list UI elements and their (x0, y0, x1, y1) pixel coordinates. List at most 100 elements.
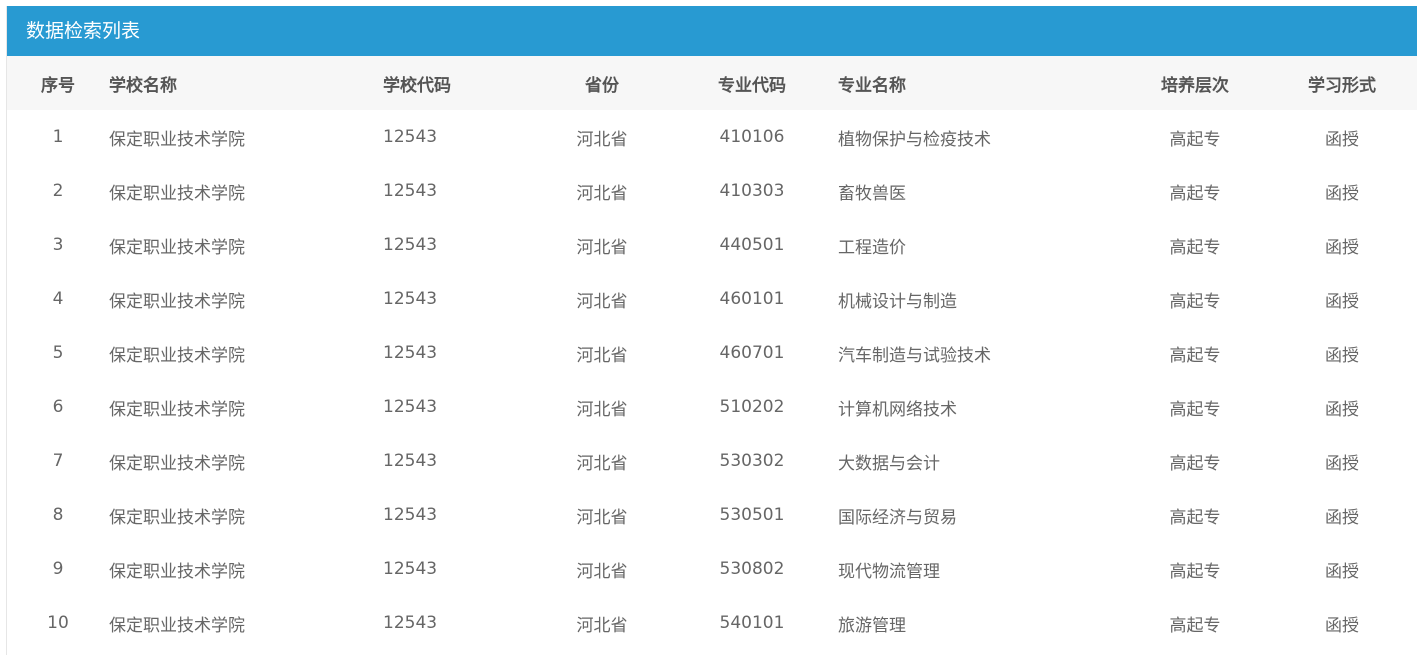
cell-level: 高起专 (1169, 561, 1221, 582)
cell-major-name: 畜牧兽医 (838, 183, 906, 204)
cell-level: 高起专 (1169, 507, 1221, 528)
table-row: 9 保定职业技术学院 12543 河北省 530802 现代物流管理 高起专 函授 (7, 542, 1417, 596)
cell-province: 河北省 (576, 183, 628, 204)
cell-index: 10 (47, 613, 69, 633)
cell-major-name: 计算机网络技术 (838, 399, 957, 420)
cell-province: 河北省 (576, 291, 628, 312)
column-header-school-code: 学校代码 (383, 75, 451, 96)
cell-school-name: 保定职业技术学院 (109, 561, 245, 582)
cell-major-name: 汽车制造与试验技术 (838, 345, 991, 366)
cell-school-code: 12543 (383, 235, 438, 255)
cell-level: 高起专 (1169, 183, 1221, 204)
cell-study-mode: 函授 (1325, 615, 1359, 636)
cell-school-code: 12543 (383, 397, 438, 417)
cell-level: 高起专 (1169, 345, 1221, 366)
column-header-major-name: 专业名称 (838, 75, 906, 96)
cell-province: 河北省 (576, 399, 628, 420)
cell-major-name: 国际经济与贸易 (838, 507, 957, 528)
cell-index: 7 (52, 451, 64, 471)
cell-major-code: 460101 (719, 289, 785, 309)
cell-study-mode: 函授 (1325, 453, 1359, 474)
cell-study-mode: 函授 (1325, 183, 1359, 204)
cell-major-name: 大数据与会计 (838, 453, 940, 474)
cell-study-mode: 函授 (1325, 237, 1359, 258)
cell-major-code: 530802 (719, 559, 785, 579)
column-header-major-code: 专业代码 (718, 75, 786, 96)
cell-index: 9 (52, 559, 64, 579)
cell-school-name: 保定职业技术学院 (109, 291, 245, 312)
cell-study-mode: 函授 (1325, 129, 1359, 150)
cell-index: 6 (52, 397, 64, 417)
cell-study-mode: 函授 (1325, 561, 1359, 582)
table-row: 4 保定职业技术学院 12543 河北省 460101 机械设计与制造 高起专 函授 (7, 272, 1417, 326)
table-header-row: 序号 学校名称 学校代码 省份 专业代码 专业名称 培养层次 学习形式 (7, 56, 1417, 110)
table-row: 8 保定职业技术学院 12543 河北省 530501 国际经济与贸易 高起专 函授 (7, 488, 1417, 542)
cell-school-code: 12543 (383, 127, 438, 147)
cell-school-code: 12543 (383, 343, 438, 363)
cell-school-name: 保定职业技术学院 (109, 615, 245, 636)
cell-major-code: 440501 (719, 235, 785, 255)
cell-province: 河北省 (576, 561, 628, 582)
cell-study-mode: 函授 (1325, 399, 1359, 420)
table-row: 10 保定职业技术学院 12543 河北省 540101 旅游管理 高起专 函授 (7, 596, 1417, 650)
cell-province: 河北省 (576, 237, 628, 258)
cell-school-name: 保定职业技术学院 (109, 345, 245, 366)
cell-level: 高起专 (1169, 129, 1221, 150)
cell-level: 高起专 (1169, 399, 1221, 420)
cell-major-name: 工程造价 (838, 237, 906, 258)
cell-major-code: 410303 (719, 181, 785, 201)
table-row: 7 保定职业技术学院 12543 河北省 530302 大数据与会计 高起专 函授 (7, 434, 1417, 488)
cell-major-name: 机械设计与制造 (838, 291, 957, 312)
panel-title: 数据检索列表 (7, 6, 1417, 56)
cell-school-name: 保定职业技术学院 (109, 237, 245, 258)
results-table: 序号 学校名称 学校代码 省份 专业代码 专业名称 培养层次 学习形式 1 保定职… (7, 56, 1417, 650)
cell-school-code: 12543 (383, 505, 438, 525)
cell-study-mode: 函授 (1325, 507, 1359, 528)
column-header-level: 培养层次 (1161, 75, 1229, 96)
table-row: 1 保定职业技术学院 12543 河北省 410106 植物保护与检疫技术 高起专 函授 (7, 110, 1417, 164)
data-search-panel: 数据检索列表 序号 学校名称 学校代码 省份 专业代码 专业名称 培养层次 学习… (6, 6, 1417, 655)
cell-school-name: 保定职业技术学院 (109, 399, 245, 420)
cell-school-code: 12543 (383, 559, 438, 579)
cell-province: 河北省 (576, 345, 628, 366)
cell-study-mode: 函授 (1325, 345, 1359, 366)
table-body: 1 保定职业技术学院 12543 河北省 410106 植物保护与检疫技术 高起专 函授 2 保定… (7, 110, 1417, 650)
cell-index: 1 (52, 127, 64, 147)
cell-level: 高起专 (1169, 453, 1221, 474)
cell-level: 高起专 (1169, 291, 1221, 312)
cell-school-name: 保定职业技术学院 (109, 453, 245, 474)
cell-index: 8 (52, 505, 64, 525)
cell-index: 3 (52, 235, 64, 255)
column-header-province: 省份 (585, 75, 619, 96)
cell-school-code: 12543 (383, 613, 438, 633)
cell-major-code: 460701 (719, 343, 785, 363)
cell-study-mode: 函授 (1325, 291, 1359, 312)
cell-major-name: 现代物流管理 (838, 561, 940, 582)
cell-index: 4 (52, 289, 64, 309)
column-header-study-mode: 学习形式 (1308, 75, 1376, 96)
cell-school-name: 保定职业技术学院 (109, 129, 245, 150)
table-row: 2 保定职业技术学院 12543 河北省 410303 畜牧兽医 高起专 函授 (7, 164, 1417, 218)
cell-major-code: 410106 (719, 127, 785, 147)
cell-index: 5 (52, 343, 64, 363)
cell-major-code: 540101 (719, 613, 785, 633)
column-header-school-name: 学校名称 (109, 75, 177, 96)
column-header-index: 序号 (41, 75, 75, 96)
cell-province: 河北省 (576, 129, 628, 150)
cell-level: 高起专 (1169, 615, 1221, 636)
cell-level: 高起专 (1169, 237, 1221, 258)
cell-school-code: 12543 (383, 451, 438, 471)
cell-province: 河北省 (576, 615, 628, 636)
cell-school-name: 保定职业技术学院 (109, 183, 245, 204)
cell-school-code: 12543 (383, 181, 438, 201)
table-row: 3 保定职业技术学院 12543 河北省 440501 工程造价 高起专 函授 (7, 218, 1417, 272)
cell-province: 河北省 (576, 507, 628, 528)
cell-major-code: 530302 (719, 451, 785, 471)
cell-major-code: 530501 (719, 505, 785, 525)
cell-school-name: 保定职业技术学院 (109, 507, 245, 528)
cell-school-code: 12543 (383, 289, 438, 309)
cell-province: 河北省 (576, 453, 628, 474)
cell-major-name: 旅游管理 (838, 615, 906, 636)
cell-index: 2 (52, 181, 64, 201)
table-row: 5 保定职业技术学院 12543 河北省 460701 汽车制造与试验技术 高起专 函授 (7, 326, 1417, 380)
